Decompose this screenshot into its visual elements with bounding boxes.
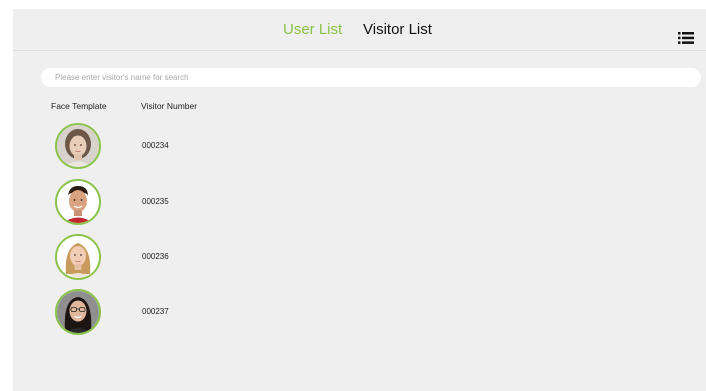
column-header-visitor-number: Visitor Number bbox=[141, 101, 198, 111]
table-row[interactable]: 000235 bbox=[13, 179, 706, 229]
search-input[interactable] bbox=[41, 68, 701, 87]
tab-user-list[interactable]: User List bbox=[283, 21, 342, 39]
face-photo-icon bbox=[55, 123, 101, 169]
table-row[interactable]: 000236 bbox=[13, 234, 706, 284]
visitor-number: 000236 bbox=[142, 252, 169, 261]
visitor-number: 000234 bbox=[142, 141, 169, 150]
face-photo-icon bbox=[55, 179, 101, 225]
app-window: User List Visitor List Face Template Vis… bbox=[13, 9, 706, 391]
list-icon[interactable] bbox=[678, 31, 694, 45]
tab-visitor-list[interactable]: Visitor List bbox=[363, 21, 432, 39]
visitor-number: 000235 bbox=[142, 197, 169, 206]
top-nav: User List Visitor List bbox=[13, 9, 706, 51]
column-header-face-template: Face Template bbox=[51, 101, 107, 111]
face-photo-icon bbox=[55, 289, 101, 335]
table-row[interactable]: 000237 bbox=[13, 289, 706, 339]
face-photo-icon bbox=[55, 234, 101, 280]
visitor-number: 000237 bbox=[142, 307, 169, 316]
table-row[interactable]: 000234 bbox=[13, 123, 706, 173]
